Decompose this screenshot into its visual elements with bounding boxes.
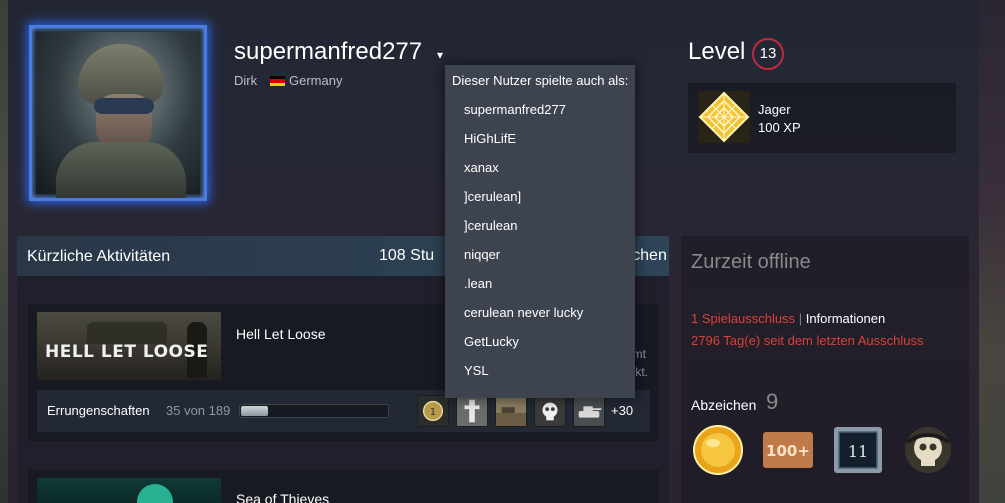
profile-country: Germany	[289, 73, 343, 88]
achievement-soldier-icon[interactable]	[456, 395, 488, 427]
profile-username: supermanfred277	[234, 38, 423, 65]
achievements-count: 35 von 189	[166, 403, 231, 418]
badge-name: Jager	[758, 102, 791, 117]
badge-xp: 100 XP	[758, 120, 801, 135]
level-badge[interactable]: 13	[752, 38, 784, 70]
svg-text:11: 11	[848, 442, 868, 461]
alias-item[interactable]: ]cerulean]	[464, 189, 521, 204]
favorite-badge-box[interactable]: Jager 100 XP	[688, 83, 956, 153]
alias-item[interactable]: ]cerulean	[464, 218, 517, 233]
badges-count[interactable]: 9	[766, 389, 778, 415]
achievement-tank-icon[interactable]	[573, 395, 605, 427]
years-of-service-badge-icon[interactable]: 11	[831, 424, 885, 476]
100-plus-badge-icon[interactable]: 100+	[761, 424, 815, 476]
gold-coin-badge-icon[interactable]	[691, 424, 745, 476]
alias-item[interactable]: supermanfred277	[464, 102, 566, 117]
profile-real-name: Dirk	[234, 73, 258, 88]
achievement-skull-icon[interactable]	[534, 395, 566, 427]
alias-dropdown-caret-icon[interactable]: ▾	[437, 48, 443, 62]
alias-dropdown-menu: Dieser Nutzer spielte auch als: superman…	[445, 65, 635, 398]
recent-activity-title[interactable]: Kürzliche Aktivitäten	[27, 248, 170, 266]
profile-page: supermanfred277 ▾ Dirk Germany Level 13 …	[8, 0, 979, 503]
ban-status: 1 Spielausschluss | Informationen	[691, 311, 885, 326]
achievements-label[interactable]: Errungenschaften	[47, 403, 150, 418]
game-card: Sea of Thieves	[28, 470, 659, 503]
more-achievements-count[interactable]: +30	[611, 403, 633, 418]
badges-label[interactable]: Abzeichen	[691, 397, 756, 413]
level-label: Level	[688, 38, 746, 65]
svg-text:100+: 100+	[766, 442, 810, 460]
alias-item[interactable]: xanax	[464, 160, 499, 175]
background-strip-left	[0, 0, 8, 503]
game-capsule-image[interactable]: HELL LET LOOSE	[37, 312, 221, 380]
game-name[interactable]: Hell Let Loose	[236, 326, 326, 342]
alias-dropdown-title: Dieser Nutzer spielte auch als:	[452, 73, 629, 88]
svg-text:1: 1	[430, 407, 436, 418]
achievement-medal-icon[interactable]: 1	[417, 395, 449, 427]
skull-badge-icon[interactable]	[901, 424, 955, 476]
game-capsule-image[interactable]	[37, 478, 221, 503]
ban-days: 2796 Tag(e) seit dem letzten Ausschluss	[691, 333, 924, 348]
alias-item[interactable]: HiGhLifE	[464, 131, 516, 146]
game-capsule-logo: HELL LET LOOSE	[45, 342, 209, 362]
profile-status-panel: Zurzeit offline 1 Spielausschluss | Info…	[681, 236, 969, 503]
ban-separator: |	[798, 311, 803, 326]
game-name[interactable]: Sea of Thieves	[236, 491, 329, 503]
germany-flag-icon	[270, 76, 285, 86]
achievements-progress-bar	[239, 404, 389, 418]
alias-item[interactable]: niqqer	[464, 247, 500, 262]
alias-item[interactable]: .lean	[464, 276, 492, 291]
achievements-progress-fill	[241, 406, 268, 416]
alias-item[interactable]: GetLucky	[464, 334, 519, 349]
alias-item[interactable]: cerulean never lucky	[464, 305, 583, 320]
jager-badge-icon	[698, 91, 750, 143]
avatar-image	[36, 32, 200, 198]
avatar[interactable]	[29, 25, 207, 201]
online-status: Zurzeit offline	[691, 251, 811, 273]
ban-info-link[interactable]: Informationen	[806, 311, 886, 326]
background-strip-right	[979, 0, 1005, 503]
achievement-battlefield-icon[interactable]	[495, 395, 527, 427]
alias-item[interactable]: YSL	[464, 363, 489, 378]
ban-count: 1 Spielausschluss	[691, 311, 796, 326]
